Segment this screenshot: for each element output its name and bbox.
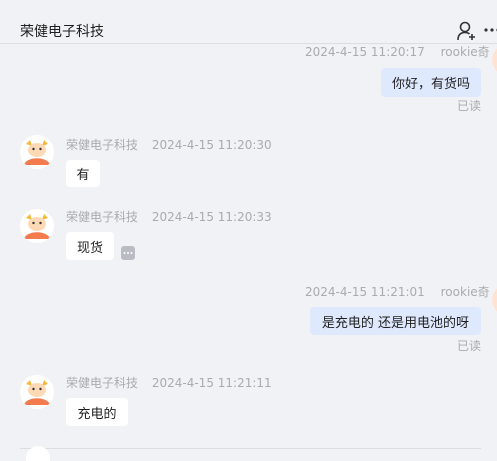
divider <box>20 448 481 449</box>
message-text: 现货 <box>76 240 103 256</box>
message-text: 你好，有货吗 <box>391 77 470 92</box>
message-bubble[interactable]: 充电的 <box>66 398 128 426</box>
user-add-icon[interactable] <box>456 21 478 41</box>
avatar[interactable] <box>492 283 497 317</box>
avatar[interactable] <box>492 43 497 77</box>
message-sender: 荣健电子科技 <box>66 376 139 390</box>
message-text: 有 <box>76 168 90 183</box>
message-bubble[interactable]: 现货 <box>66 232 114 260</box>
message-meta: 2024-4-15 11:21:01 rookie奇 <box>305 283 490 300</box>
read-status: 已读 <box>457 99 482 113</box>
chat-header: 荣健电子科技 <box>0 0 497 44</box>
message-meta: 荣健电子科技 2024-4-15 11:20:33 <box>66 208 272 225</box>
chat-title: 荣健电子科技 <box>20 24 104 40</box>
avatar[interactable] <box>20 135 54 169</box>
message-meta: 荣健电子科技 2024-4-15 11:21:11 <box>66 374 272 391</box>
message-sender: rookie奇 <box>440 45 490 59</box>
message-time: 2024-4-15 11:20:17 <box>305 45 425 59</box>
message-time: 2024-4-15 11:21:01 <box>305 285 425 299</box>
message-bubble[interactable]: 你好，有货吗 <box>381 68 481 97</box>
avatar[interactable] <box>20 209 54 243</box>
message-sender: 荣健电子科技 <box>66 138 139 152</box>
message-time: 2024-4-15 11:20:33 <box>151 210 272 224</box>
message-bubble[interactable]: 有 <box>66 160 100 187</box>
message-time: 2024-4-15 11:21:11 <box>151 376 272 390</box>
read-status: 已读 <box>457 339 482 353</box>
message-time: 2024-4-15 11:20:30 <box>151 138 272 152</box>
avatar[interactable] <box>20 375 54 409</box>
message-meta: 2024-4-15 11:20:17 rookie奇 <box>305 43 490 60</box>
message-sender: 荣健电子科技 <box>66 210 139 224</box>
message-more-icon[interactable] <box>121 246 135 260</box>
message-sender: rookie奇 <box>440 285 490 299</box>
message-meta: 荣健电子科技 2024-4-15 11:20:30 <box>66 136 272 153</box>
message-text: 充电的 <box>77 406 117 422</box>
message-text: 是充电的 还是用电池的呀 <box>321 315 470 331</box>
more-icon[interactable] <box>484 24 497 36</box>
message-bubble[interactable]: 是充电的 还是用电池的呀 <box>310 307 481 335</box>
